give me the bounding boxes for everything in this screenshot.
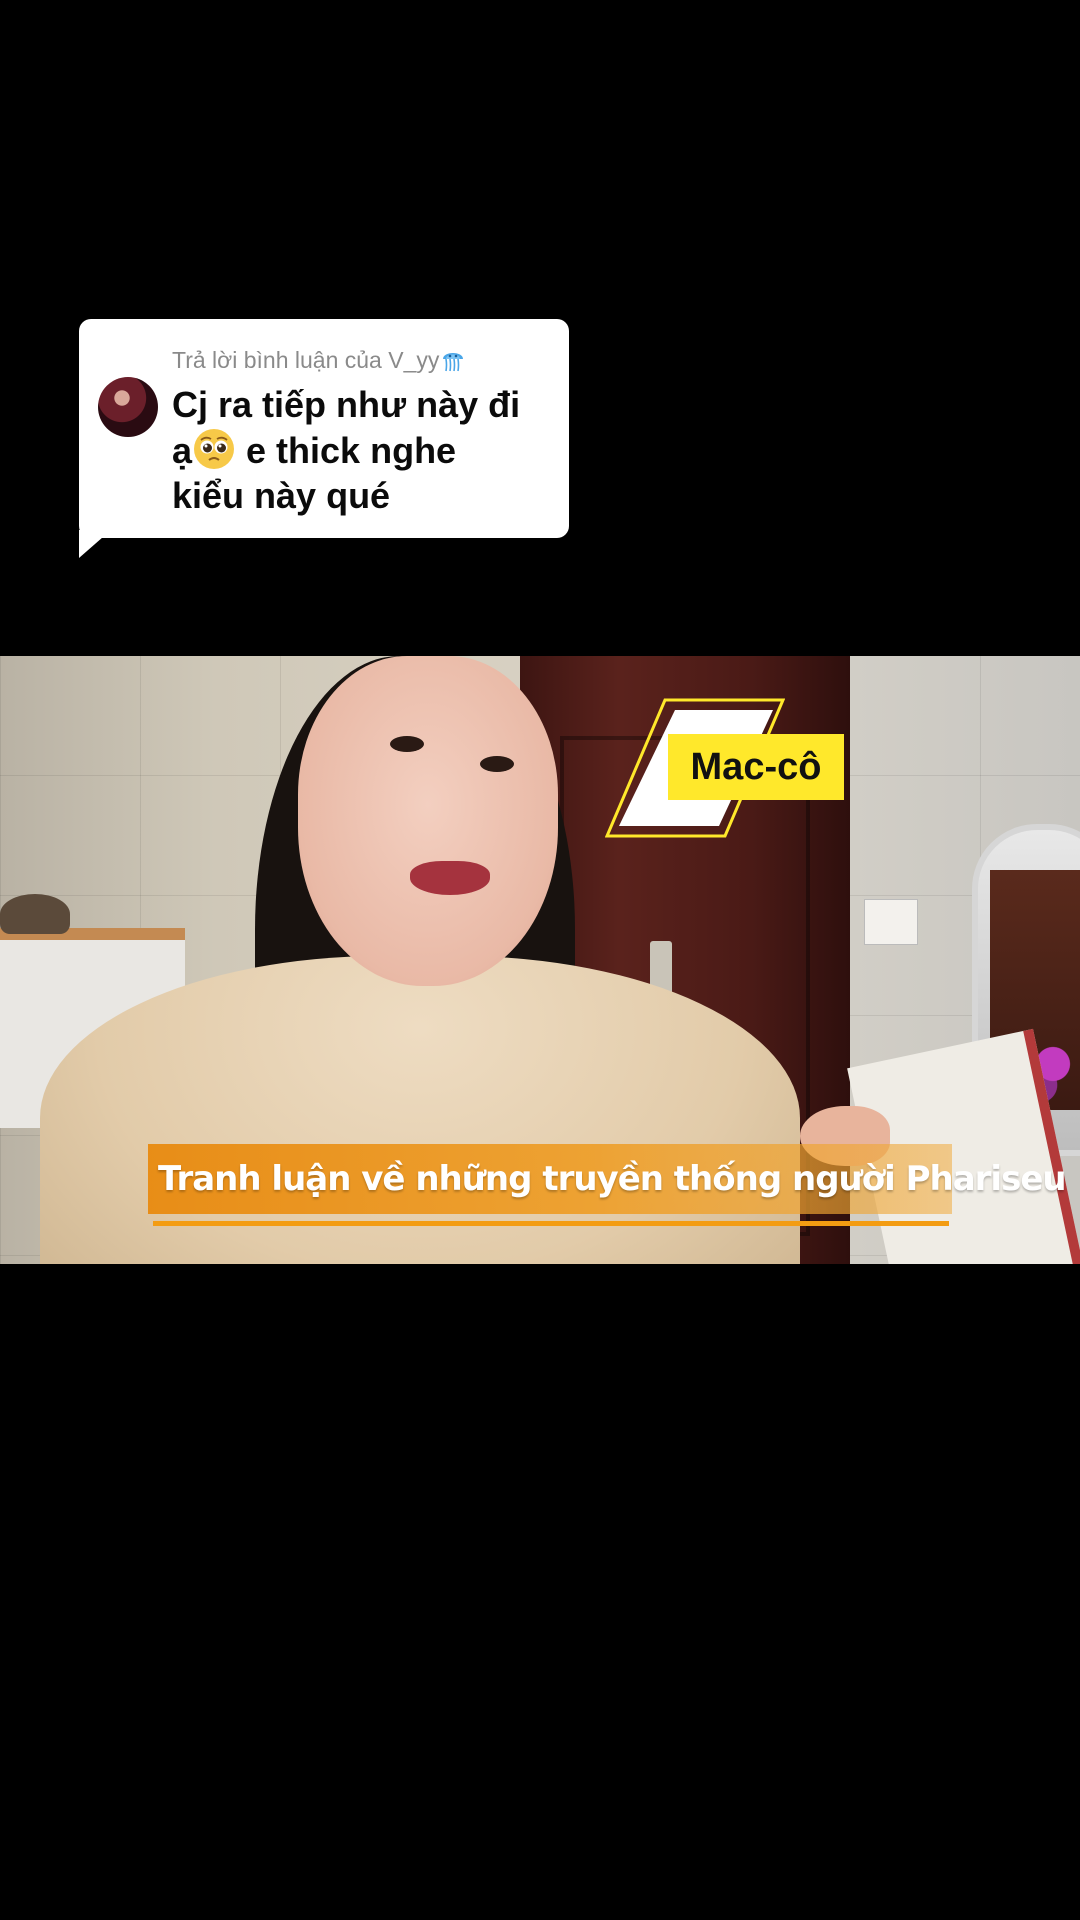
presenter-sweater [40,956,800,1264]
name-tag-label: Mac-cô [668,734,844,800]
reply-card-tail [79,530,111,558]
reply-header: Trả lời bình luận của V_yy [172,347,464,374]
commenter-avatar[interactable] [98,377,158,437]
comment-line-2-suffix: e thick nghe [236,430,457,471]
hat [0,894,70,934]
presenter-mouth [410,861,490,895]
lower-third-subtitle: Tranh luận về những truyền thống người P… [148,1144,1067,1214]
subtitle-text: Tranh luận về những truyền thống người P… [158,1159,1067,1199]
presenter-eye-left [390,736,424,752]
comment-line-1: Cj ra tiếp như này đi [172,384,521,425]
pleading-face-emoji-icon [192,427,236,471]
jellyfish-emoji-icon [442,347,464,373]
presenter-eye-right [480,756,514,772]
reply-comment-card[interactable]: Trả lời bình luận của V_yy Cj ra tiếp nh… [79,319,569,538]
reply-comment-text: Cj ra tiếp như này đi ạ e thick nghe kiể… [172,382,557,518]
reply-header-text: Trả lời bình luận của V_yy [172,347,440,373]
comment-line-2-prefix: ạ [172,430,193,471]
presenter-face [298,656,558,986]
subtitle-underline [153,1221,949,1226]
video-frame[interactable]: Mac-cô Tranh luận về những truyền thống … [0,656,1080,1264]
light-switch [864,899,918,945]
comment-line-3: kiểu này qué [172,475,391,516]
